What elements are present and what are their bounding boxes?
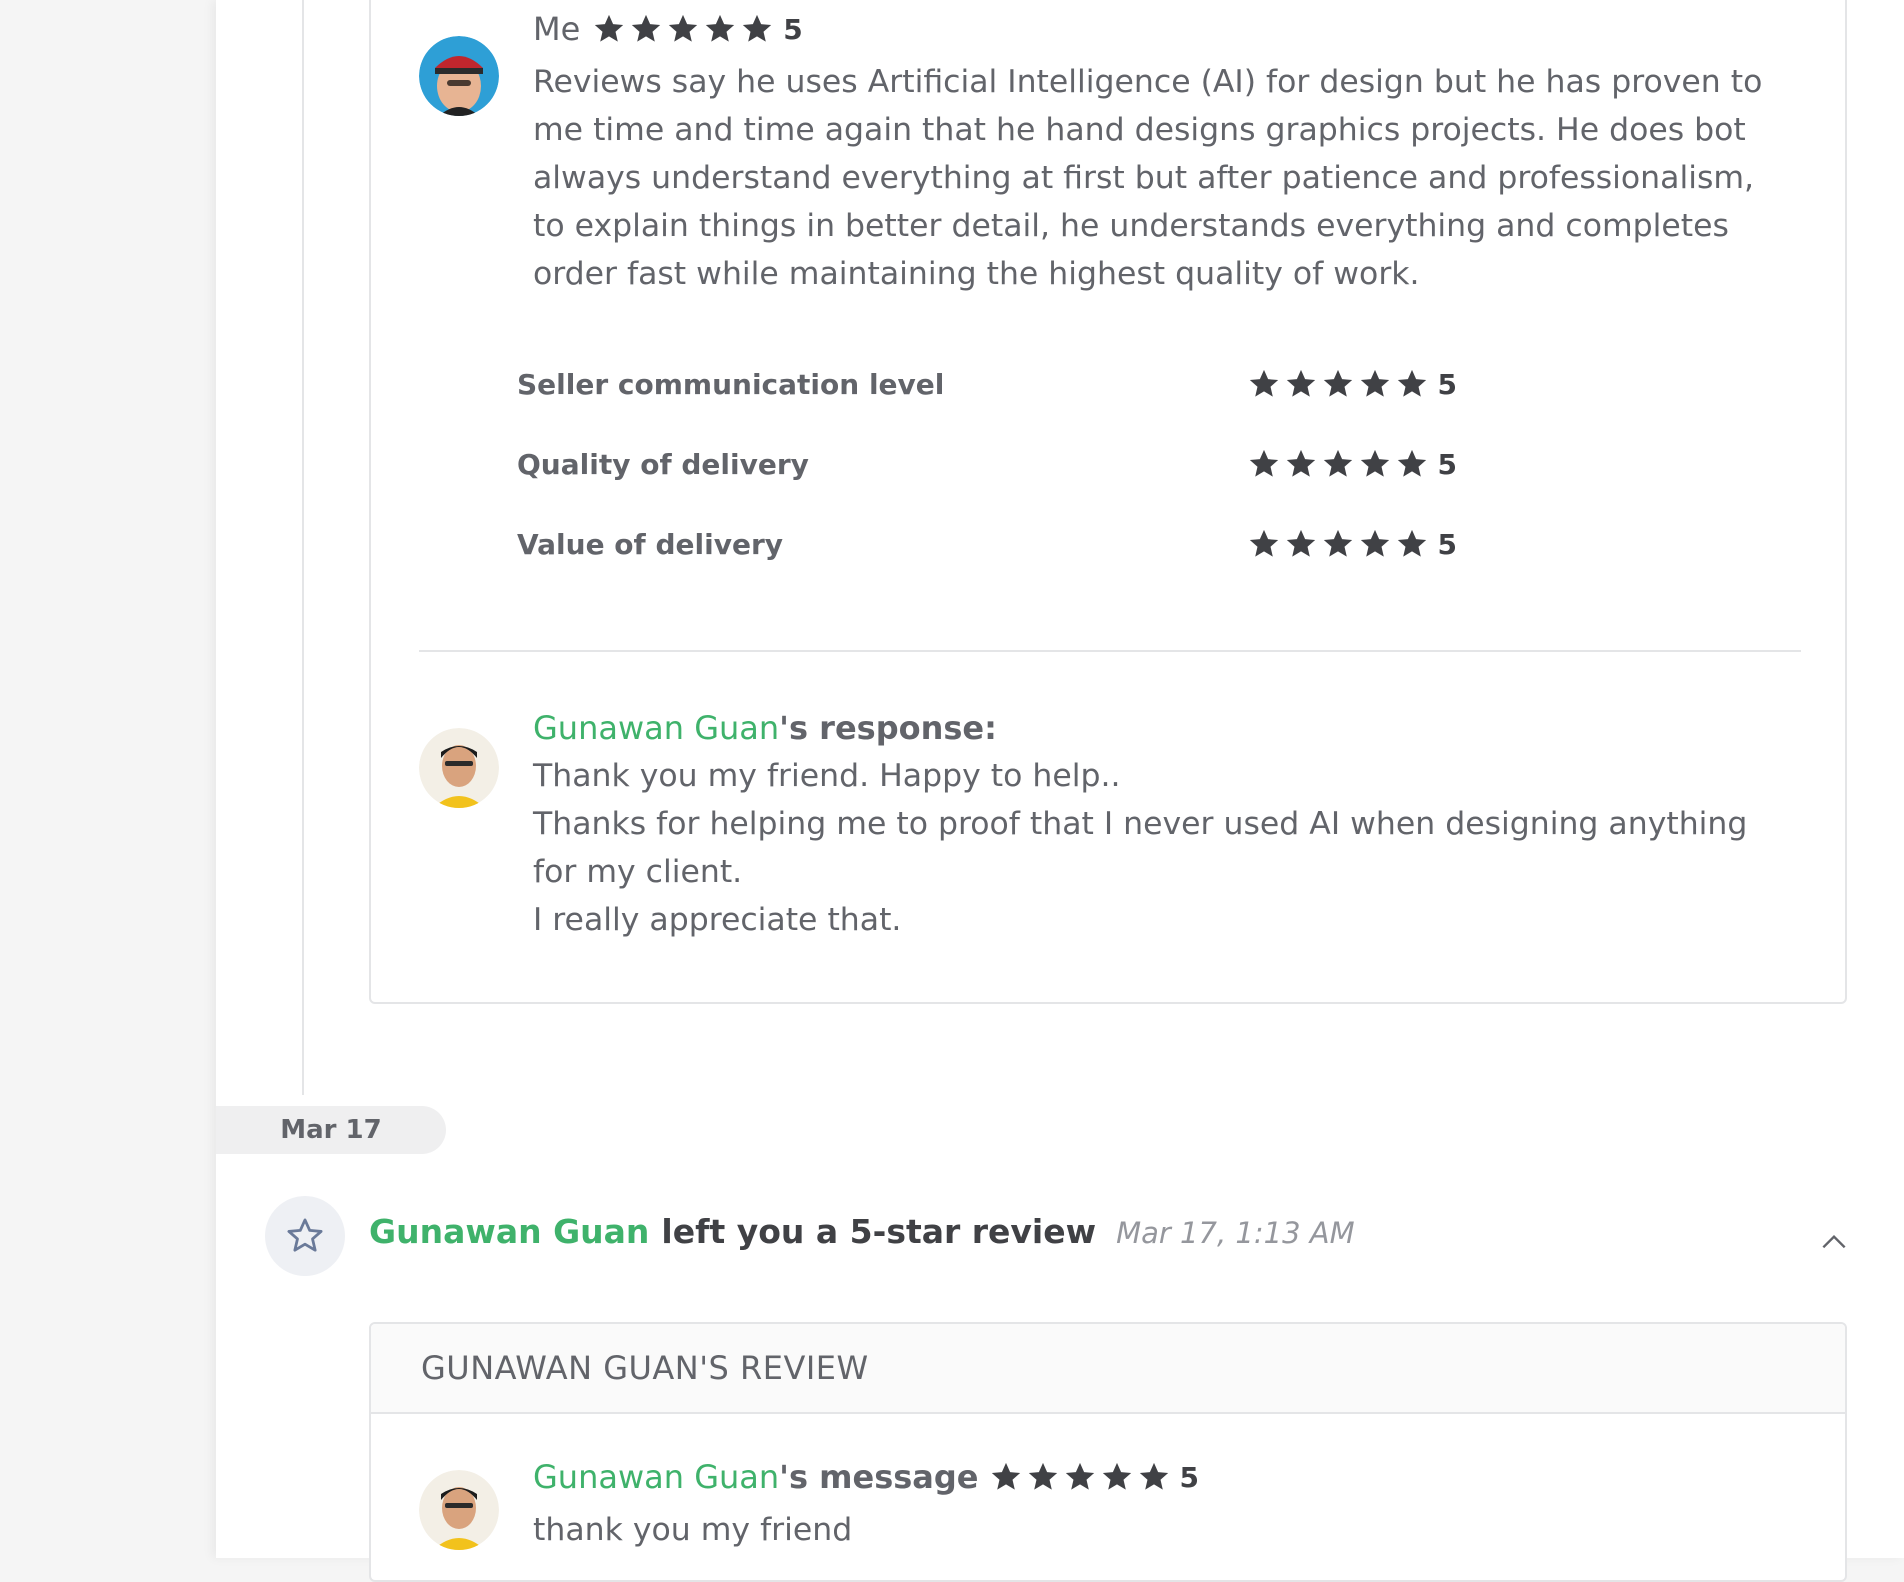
review-stars: 5 (592, 12, 803, 46)
event-icon-badge (265, 1196, 345, 1276)
star-icon (632, 14, 661, 42)
seller-name-link[interactable]: Gunawan Guan (533, 1458, 779, 1496)
star-icon (595, 14, 624, 42)
buyer-review-card: Me 5 Reviews say he uses Artificial Inte… (369, 0, 1847, 1004)
star-icon (706, 14, 735, 42)
response-line: Thanks for helping me to proof that I ne… (533, 806, 1748, 890)
rating-value: 5 (1437, 527, 1457, 561)
star-icon (1360, 449, 1389, 477)
star-icon (991, 1462, 1020, 1490)
rating-value: 5 (1437, 367, 1457, 401)
star-icon (1286, 369, 1315, 397)
event-actor-link[interactable]: Gunawan Guan (369, 1212, 649, 1251)
star-icon (1139, 1462, 1168, 1490)
collapse-toggle[interactable] (1818, 1226, 1850, 1258)
star-icon (1397, 449, 1426, 477)
seller-message-header: Gunawan Guan's message 5 (533, 1458, 1199, 1496)
seller-avatar[interactable] (419, 728, 499, 808)
event-summary: Gunawan Guan left you a 5-star review Ma… (369, 1212, 1355, 1251)
rating-label: Quality of delivery (517, 447, 809, 481)
seller-message-suffix: 's message (779, 1458, 979, 1496)
star-icon (1397, 369, 1426, 397)
seller-review-rating: 5 (1179, 1460, 1199, 1494)
star-outline-icon (287, 1218, 323, 1252)
seller-review-header: GUNAWAN GUAN'S REVIEW (371, 1324, 1845, 1414)
rating-label: Value of delivery (517, 527, 783, 561)
star-icon (1065, 1462, 1094, 1490)
rating-value: 5 (1437, 447, 1457, 481)
star-icon (1286, 529, 1315, 557)
seller-review-card: GUNAWAN GUAN'S REVIEW Gunawan Guan's mes… (369, 1322, 1847, 1582)
star-icon (1360, 369, 1389, 397)
star-icon (1249, 449, 1278, 477)
rating-stars: 5 (1247, 367, 1457, 401)
buyer-avatar[interactable] (419, 36, 499, 116)
star-icon (1249, 369, 1278, 397)
divider (419, 650, 1801, 652)
star-icon (1102, 1462, 1131, 1490)
response-text: Thank you my friend. Happy to help.. Tha… (533, 752, 1773, 944)
rating-stars: 5 (1247, 527, 1457, 561)
event-action: left you a 5-star review (661, 1212, 1097, 1251)
rating-label: Seller communication level (517, 367, 945, 401)
review-rating-value: 5 (783, 12, 803, 46)
response-line: Thank you my friend. Happy to help.. (533, 758, 1121, 794)
star-icon (1028, 1462, 1057, 1490)
rating-row: Quality of delivery 5 (517, 440, 1457, 488)
timeline-line (302, 0, 304, 1095)
event-timestamp: Mar 17, 1:13 AM (1116, 1216, 1355, 1250)
seller-name-link[interactable]: Gunawan Guan (533, 709, 779, 747)
review-text: Reviews say he uses Artificial Intellige… (533, 64, 1763, 292)
star-icon (743, 14, 772, 42)
rating-row: Seller communication level 5 (517, 360, 1457, 408)
seller-review-stars: 5 (989, 1460, 1199, 1494)
star-icon (669, 14, 698, 42)
star-icon (1397, 529, 1426, 557)
date-separator: Mar 17 (216, 1106, 446, 1154)
star-icon (1323, 529, 1352, 557)
response-header: Gunawan Guan's response: (533, 704, 997, 752)
reviewer-name[interactable]: Me (533, 10, 580, 48)
seller-avatar[interactable] (419, 1470, 499, 1550)
rating-row: Value of delivery 5 (517, 520, 1457, 568)
star-icon (1323, 369, 1352, 397)
star-icon (1323, 449, 1352, 477)
rating-stars: 5 (1247, 447, 1457, 481)
response-line: I really appreciate that. (533, 902, 902, 938)
star-icon (1286, 449, 1315, 477)
seller-review-text: thank you my friend (533, 1512, 853, 1548)
review-header: Me 5 (533, 10, 803, 48)
star-icon (1360, 529, 1389, 557)
response-suffix: 's response: (779, 709, 997, 747)
chevron-up-icon[interactable] (1818, 1226, 1850, 1258)
star-icon (1249, 529, 1278, 557)
